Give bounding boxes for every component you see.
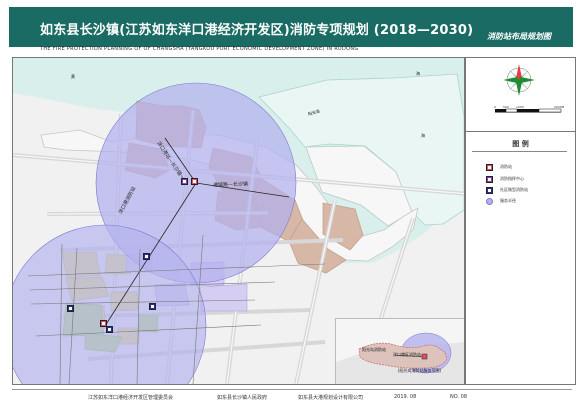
legend-item-command-center: 消防指挥中心 [486, 175, 524, 183]
legend-label-command-center: 消防指挥中心 [500, 176, 524, 181]
scale-tick-500: 500 [503, 105, 509, 109]
footer-institute: 如东县大港规划设计有限公司 [298, 395, 364, 401]
main-map: 黄 海 海 阳光岛 洋口港站—长沙镇一期 港城路—长沙镇 洋口港消防站 阳光岛消… [12, 57, 465, 385]
english-subtitle: THE FIRE PROTECTION PLANNING OF OF CHANG… [40, 46, 359, 52]
micro-station-icon [143, 253, 150, 260]
legend-title: 图 例 [512, 140, 529, 148]
title-banner: 如东县长沙镇(江苏如东洋口港经济开发区)消防专项规划 (2018—2030) 消… [9, 7, 573, 47]
micro-station-icon [149, 303, 156, 310]
command-center-icon [181, 178, 188, 185]
road-label-2: 港城路—长沙镇 [212, 181, 249, 189]
legend-item-micro-station: 社区微型消防站 [486, 186, 528, 194]
inset-label-1: 阳光岛消防站 [362, 347, 386, 352]
inset-map: 阳光岛消防站 洋口港区消防站 (阳光岛消防站服务范围) [335, 318, 464, 384]
service-radius-icon [486, 197, 493, 205]
legend-item-fire-station: 消防站 [486, 163, 512, 171]
inset-label-3: (阳光岛消防站服务范围) [398, 368, 442, 373]
micro-station-icon [486, 186, 493, 194]
north-arrow-box: 0 500 1000 2000M [466, 58, 575, 132]
north-arrow [495, 64, 562, 113]
sea-label-southeast: 海 [421, 133, 425, 138]
footer-committee: 江苏如东洋口港经济开发区管理委员会 [88, 395, 174, 401]
legend-divider [472, 151, 567, 152]
scale-tick-0: 0 [494, 105, 496, 109]
map-name: 消防站布局规划图 [487, 32, 551, 41]
footer-government: 如东县长沙镇人民政府 [217, 395, 268, 401]
footer-number: NO. 08 [450, 394, 468, 400]
legend-label-service-radius: 服务半径 [500, 198, 516, 203]
scale-tick-1000: 1000 [516, 105, 524, 109]
map-title: 如东县长沙镇(江苏如东洋口港经济开发区)消防专项规划 (2018—2030) [40, 23, 474, 38]
legend-panel: 0 500 1000 2000M 图 例 消防站 消防指挥中心 社区微型消防站 … [465, 57, 576, 385]
footer-strip: 江苏如东洋口港经济开发区管理委员会 如东县长沙镇人民政府 如东县大港规划设计有限… [12, 389, 572, 402]
fire-station-icon [486, 163, 493, 171]
footer-date: 2019. 08 [394, 394, 417, 400]
micro-station-icon [67, 305, 74, 312]
sea-label-east: 海 [416, 71, 420, 76]
micro-station-icon [106, 326, 113, 333]
fire-station-icon [191, 178, 198, 185]
legend-label-micro-station: 社区微型消防站 [500, 187, 528, 192]
sea-label-north: 黄 [71, 74, 75, 79]
command-center-icon [486, 175, 493, 183]
map-sheet: 如东县长沙镇(江苏如东洋口港经济开发区)消防专项规划 (2018—2030) 消… [0, 0, 582, 412]
inset-label-2: 洋口港区消防站 [393, 352, 421, 357]
legend-item-service-radius: 服务半径 [486, 197, 516, 205]
scale-tick-2000: 2000M [554, 105, 565, 109]
legend-label-fire-station: 消防站 [500, 164, 512, 169]
